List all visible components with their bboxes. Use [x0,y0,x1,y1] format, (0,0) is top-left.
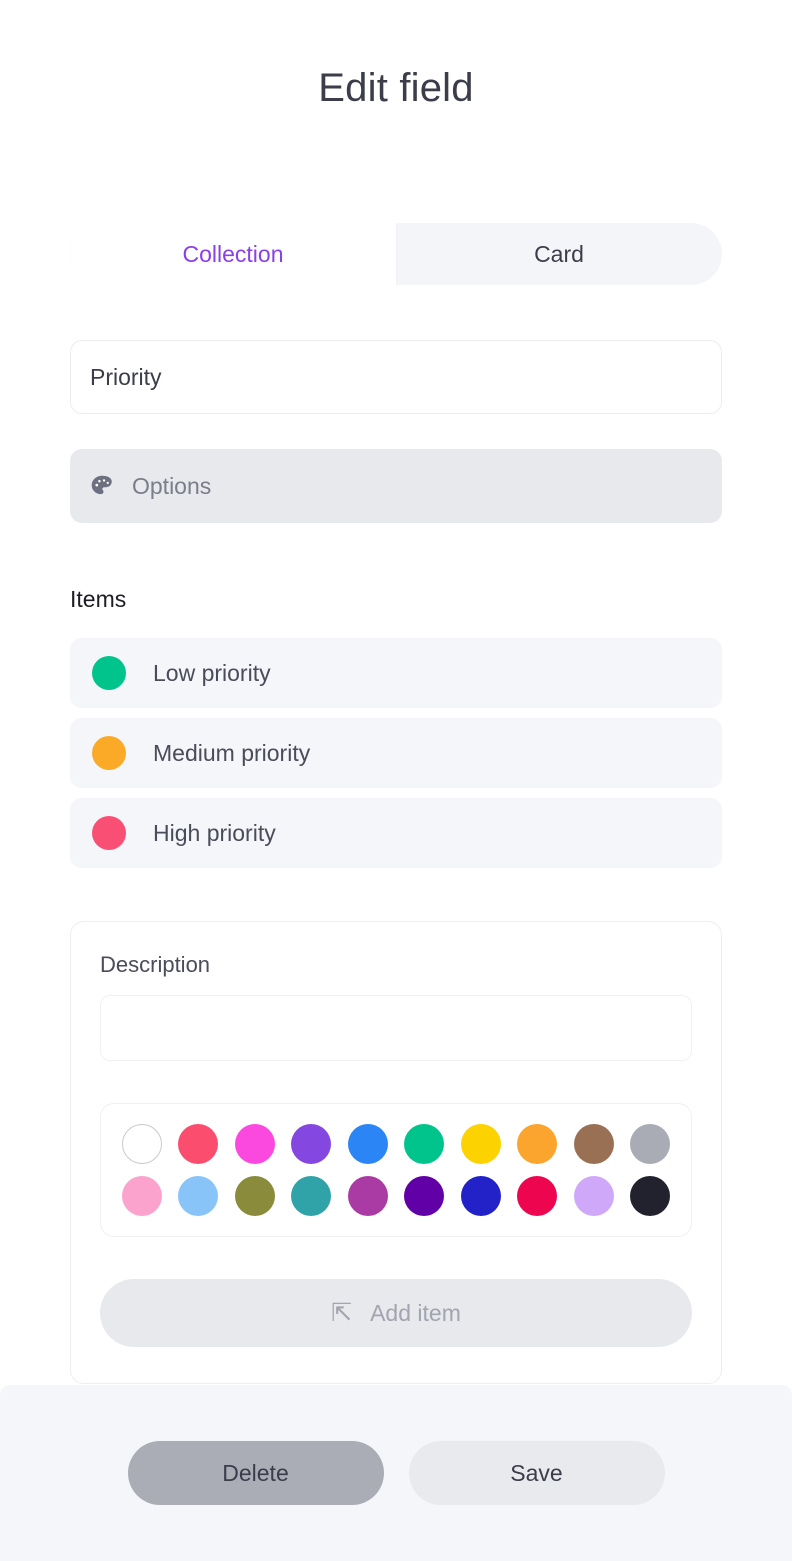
description-input[interactable] [100,995,692,1061]
color-swatch[interactable] [629,1176,670,1216]
field-name-value: Priority [90,363,162,390]
item-editor-card: Description ⇱ Add item [70,921,722,1384]
color-swatch[interactable] [404,1124,445,1164]
color-swatch[interactable] [234,1176,275,1216]
color-swatch[interactable] [178,1176,219,1216]
options-label: Options [132,472,212,499]
color-palette [100,1103,692,1237]
color-swatch[interactable] [573,1176,614,1216]
items-heading: Items [70,586,127,612]
color-swatch[interactable] [291,1176,332,1216]
color-swatch[interactable] [122,1176,162,1216]
field-name-input[interactable]: Priority [70,340,722,414]
color-swatch[interactable] [404,1176,445,1216]
tab-collection[interactable]: Collection [70,223,396,285]
color-palette-row [122,1124,670,1164]
color-swatch[interactable] [517,1176,558,1216]
color-palette-row [122,1176,670,1216]
description-label: Description [100,952,211,977]
list-item[interactable]: Low priority [70,638,722,708]
tab-card-label: Card [534,240,584,267]
list-item-label: Low priority [153,659,271,686]
save-button[interactable]: Save [408,1441,665,1505]
return-arrow-icon: ⇱ [331,1298,353,1327]
list-item[interactable]: Medium priority [70,718,722,788]
color-swatch[interactable] [234,1124,275,1164]
add-item-label: Add item [370,1299,461,1326]
edit-field-screen: Edit field Collection Card Priority Opti… [0,0,792,1561]
palette-icon [89,473,115,499]
add-item-button[interactable]: ⇱ Add item [100,1279,692,1347]
item-color-dot [92,656,126,690]
tab-bar: Collection Card [70,223,722,285]
color-swatch[interactable] [347,1176,388,1216]
tab-card[interactable]: Card [396,223,722,285]
color-swatch[interactable] [122,1124,162,1164]
list-item-label: High priority [153,819,276,846]
footer-actions: Delete Save [0,1385,792,1561]
color-swatch[interactable] [573,1124,614,1164]
list-item-label: Medium priority [153,739,311,766]
item-color-dot [92,736,126,770]
color-swatch[interactable] [291,1124,332,1164]
color-swatch[interactable] [629,1124,670,1164]
color-swatch[interactable] [517,1124,558,1164]
list-item[interactable]: High priority [70,798,722,868]
options-button[interactable]: Options [70,449,722,523]
tab-collection-label: Collection [182,240,284,267]
color-swatch[interactable] [347,1124,388,1164]
delete-button[interactable]: Delete [127,1441,384,1505]
items-list: Low priority Medium priority High priori… [70,638,722,878]
color-swatch[interactable] [460,1176,501,1216]
page-title: Edit field [318,66,474,110]
color-swatch[interactable] [460,1124,501,1164]
color-swatch[interactable] [178,1124,219,1164]
item-color-dot [92,816,126,850]
